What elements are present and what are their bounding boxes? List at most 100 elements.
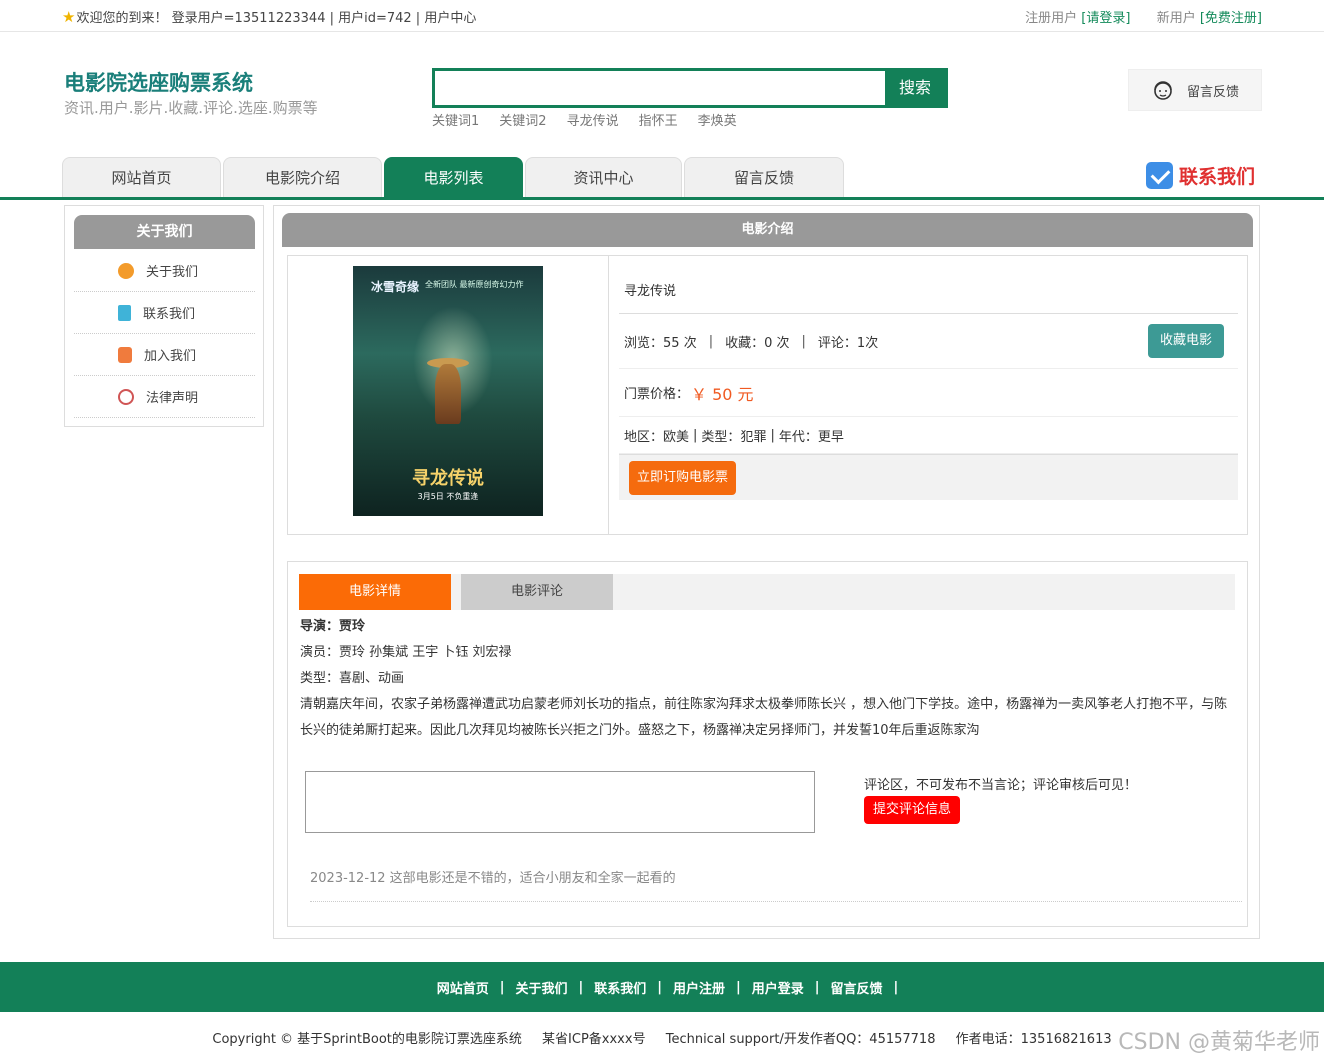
comment-input[interactable]: [305, 771, 815, 833]
nav-tab-movies[interactable]: 电影列表: [384, 157, 523, 197]
movie-info: 冰雪奇缘 全新团队 最新原创奇幻力作 寻龙传说 3月5日 不负重逢 寻龙传说 浏…: [287, 255, 1248, 535]
price-label: 门票价格：: [624, 387, 690, 402]
nav-tab-news[interactable]: 资讯中心: [525, 157, 682, 197]
sidebar-item-legal[interactable]: 法律声明: [74, 376, 255, 418]
poster-top-text: 冰雪奇缘: [371, 280, 420, 294]
about-icon: [118, 262, 134, 279]
views-label: 浏览：: [624, 335, 664, 351]
main-nav: 网站首页 电影院介绍 电影列表 资讯中心 留言反馈: [62, 157, 844, 197]
comment-note: 评论区，不可发布不当言论；评论审核后可见！: [864, 778, 1138, 793]
panel-title: 电影介绍: [282, 213, 1253, 247]
tab-details[interactable]: 电影详情: [299, 574, 451, 610]
poster-top-text2: 全新团队 最新原创奇幻力作: [425, 280, 524, 289]
sidebar-item-label: 加入我们: [144, 349, 197, 364]
sidebar-item-label: 法律声明: [146, 391, 199, 406]
region-value: 欧美: [663, 429, 690, 445]
sidebar-item-contact[interactable]: 联系我们: [74, 292, 255, 334]
welcome-text[interactable]: 欢迎您的到来！ 登录用户=13511223344 | 用户id=742 | 用户…: [76, 7, 476, 26]
support-text: Technical support/开发作者QQ：45157718: [665, 1032, 936, 1047]
favorite-button[interactable]: 收藏电影: [1148, 324, 1224, 358]
star-icon: ★: [62, 7, 76, 26]
hot-keyword[interactable]: 关键词2: [499, 110, 546, 129]
hot-keyword[interactable]: 指怀王: [639, 110, 678, 129]
buy-row: 立即订购电影票: [619, 454, 1238, 500]
power-icon: [118, 388, 134, 405]
footer-nav: 网站首页 | 关于我们 | 联系我们 | 用户注册 | 用户登录 | 留言反馈 |: [0, 962, 1324, 1012]
poster-cell: 冰雪奇缘 全新团队 最新原创奇幻力作 寻龙传说 3月5日 不负重逢: [288, 256, 609, 534]
new-user-label: 新用户: [1156, 11, 1196, 26]
nav-tab-feedback[interactable]: 留言反馈: [684, 157, 844, 197]
footer-link-login[interactable]: 用户登录: [752, 978, 804, 997]
register-link[interactable]: [免费注册]: [1200, 11, 1262, 26]
hot-keyword[interactable]: 关键词1: [432, 110, 479, 129]
poster-date: 3月5日 不负重逢: [417, 492, 479, 501]
movie-stats: 浏览： 55 次 | 收藏： 0 次 | 评论： 1次 收藏电影: [619, 314, 1238, 369]
footer-link-feedback[interactable]: 留言反馈: [831, 978, 883, 997]
footer-link-home[interactable]: 网站首页: [437, 978, 489, 997]
submit-comment-button[interactable]: 提交评论信息: [864, 796, 960, 824]
tabs-bar: 电影详情 电影评论: [299, 574, 1235, 610]
comment-entry: 2023-12-12 这部电影还是不错的，适合小朋友和全家一起看的: [310, 869, 1242, 902]
top-bar: ★ 欢迎您的到来！ 登录用户=13511223344 | 用户id=742 | …: [0, 0, 1324, 32]
comments-value: 1次: [856, 335, 879, 351]
sidebar-title: 关于我们: [74, 215, 255, 249]
movie-price: 门票价格： ￥ 50 元: [619, 369, 1238, 417]
site-subtitle: 资讯.用户.影片.收藏.评论.选座.购票等: [64, 99, 318, 117]
tab-comments[interactable]: 电影评论: [461, 574, 613, 610]
region-label: 地区：: [624, 429, 664, 445]
movie-type: 类型：喜剧、动画: [300, 671, 405, 686]
search-button[interactable]: 搜索: [885, 71, 945, 105]
movie-name-text: 寻龙传说: [624, 284, 677, 299]
era-label: 年代：: [778, 429, 818, 445]
search-box: 搜索: [432, 68, 948, 108]
lock-icon: [118, 346, 132, 363]
comments-label: 评论：: [817, 335, 857, 351]
views-value: 55 次: [663, 335, 697, 351]
genre-label: 类型：: [701, 429, 741, 445]
sidebar-item-about[interactable]: 关于我们: [74, 250, 255, 292]
hot-keywords: 关键词1 关键词2 寻龙传说 指怀王 李焕英: [432, 110, 737, 129]
welcome-area: ★ 欢迎您的到来！ 登录用户=13511223344 | 用户id=742 | …: [62, 7, 476, 27]
hot-keyword[interactable]: 寻龙传说: [567, 110, 619, 129]
nav-tab-home[interactable]: 网站首页: [62, 157, 221, 197]
nav-tab-cinema[interactable]: 电影院介绍: [223, 157, 382, 197]
favs-label: 收藏：: [725, 335, 765, 351]
era-value: 更早: [817, 429, 844, 445]
buy-ticket-button[interactable]: 立即订购电影票: [629, 460, 737, 495]
sidebar-item-label: 联系我们: [143, 307, 196, 322]
hot-keyword[interactable]: 李焕英: [698, 110, 737, 129]
site-title: 电影院选座购票系统: [64, 71, 253, 95]
footer-link-about[interactable]: 关于我们: [515, 978, 567, 997]
feedback-label: 留言反馈: [1187, 84, 1240, 100]
search-input[interactable]: [435, 71, 887, 105]
headset-icon: [1154, 81, 1172, 100]
account-links: 注册用户 [请登录] 新用户 [免费注册]: [1025, 7, 1262, 26]
movie-name: 寻龙传说: [619, 266, 1238, 314]
contact-us-label: 联系我们: [1179, 166, 1256, 188]
footer-link-contact[interactable]: 联系我们: [594, 978, 646, 997]
contact-us-link[interactable]: 联系我们: [1146, 162, 1255, 189]
favs-value: 0 次: [764, 335, 790, 351]
clipboard-icon: [118, 304, 131, 321]
watermark: CSDN @黄菊华老师: [1118, 1030, 1320, 1055]
synopsis: 清朝嘉庆年间，农家子弟杨露禅遭武功启蒙老师刘长功的指点，前往陈家沟拜求太极拳师陈…: [300, 697, 1228, 738]
movie-tabs: 电影详情 电影评论 导演：贾玲 演员：贾玲 孙集斌 王宇 卜钰 刘宏禄 类型：喜…: [287, 561, 1248, 927]
poster-title: 寻龙传说: [412, 468, 484, 489]
price-value: ￥ 50 元: [691, 384, 754, 404]
movie-meta: 地区： 欧美 | 类型： 犯罪 | 年代： 更早: [619, 417, 1238, 454]
main-panel: 电影介绍 冰雪奇缘 全新团队 最新原创奇幻力作 寻龙传说 3月5日 不负重逢 寻…: [273, 205, 1260, 939]
nav-divider: [0, 197, 1324, 200]
feedback-button[interactable]: 留言反馈: [1128, 69, 1262, 111]
icp-text: 某省ICP备xxxx号: [542, 1032, 646, 1047]
genre-value: 犯罪: [740, 429, 767, 445]
director: 导演：贾玲: [300, 619, 366, 634]
sidebar-item-join[interactable]: 加入我们: [74, 334, 255, 376]
poster-figure: [435, 364, 461, 424]
registered-user-label: 注册用户: [1025, 11, 1078, 26]
footer-link-register[interactable]: 用户注册: [673, 978, 725, 997]
login-link[interactable]: [请登录]: [1081, 11, 1130, 26]
actors: 演员：贾玲 孙集斌 王宇 卜钰 刘宏禄: [300, 645, 512, 660]
movie-details-content: 导演：贾玲 演员：贾玲 孙集斌 王宇 卜钰 刘宏禄 类型：喜剧、动画 清朝嘉庆年…: [300, 614, 1236, 744]
movie-poster[interactable]: 冰雪奇缘 全新团队 最新原创奇幻力作 寻龙传说 3月5日 不负重逢: [353, 266, 543, 516]
sidebar-item-label: 关于我们: [146, 265, 199, 280]
